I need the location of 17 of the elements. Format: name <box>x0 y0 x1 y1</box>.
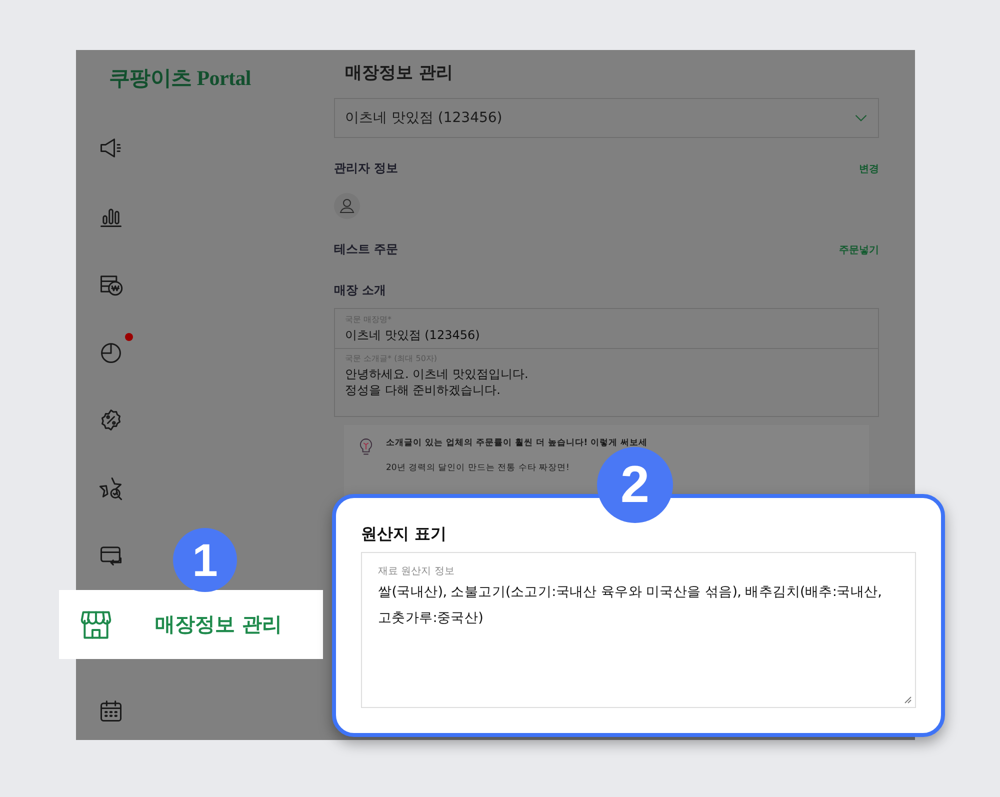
step-badge: 1 <box>173 528 237 592</box>
logo[interactable]: 쿠팡이츠 Portal <box>109 64 334 114</box>
resize-grip-icon <box>904 696 912 704</box>
section-title: 매장 소개 <box>334 282 388 299</box>
section-title: 테스트 주문 <box>334 241 398 258</box>
tip-text: 20년 경력의 달인이 만드는 전통 수타 짜장면! <box>386 462 570 475</box>
highlighted-nav-item[interactable]: 매장정보 관리 <box>59 590 323 659</box>
calendar-icon[interactable] <box>98 698 124 724</box>
nav-label: 매장정보 관리 <box>155 611 282 638</box>
card-title: 원산지 표기 <box>361 524 448 545</box>
store-dropdown[interactable]: 이츠네 맛있점 (123456) <box>334 98 879 138</box>
tip-text: 소개글이 있는 업체의 주문률이 훨씬 더 높습니다! 이렇게 써보세 <box>386 437 648 450</box>
origin-info-field[interactable]: 재료 원산지 정보 쌀(국내산), 소불고기(소고기:국내산 육우와 미국산을 섞음), 배추김치(배추:국내산, 고춧가루:중국산) <box>361 552 916 708</box>
page-title: 매장정보 관리 <box>345 62 454 85</box>
section-title: 관리자 정보 <box>334 160 398 177</box>
lightbulb-icon <box>358 437 374 457</box>
avatar-icon <box>334 193 360 219</box>
